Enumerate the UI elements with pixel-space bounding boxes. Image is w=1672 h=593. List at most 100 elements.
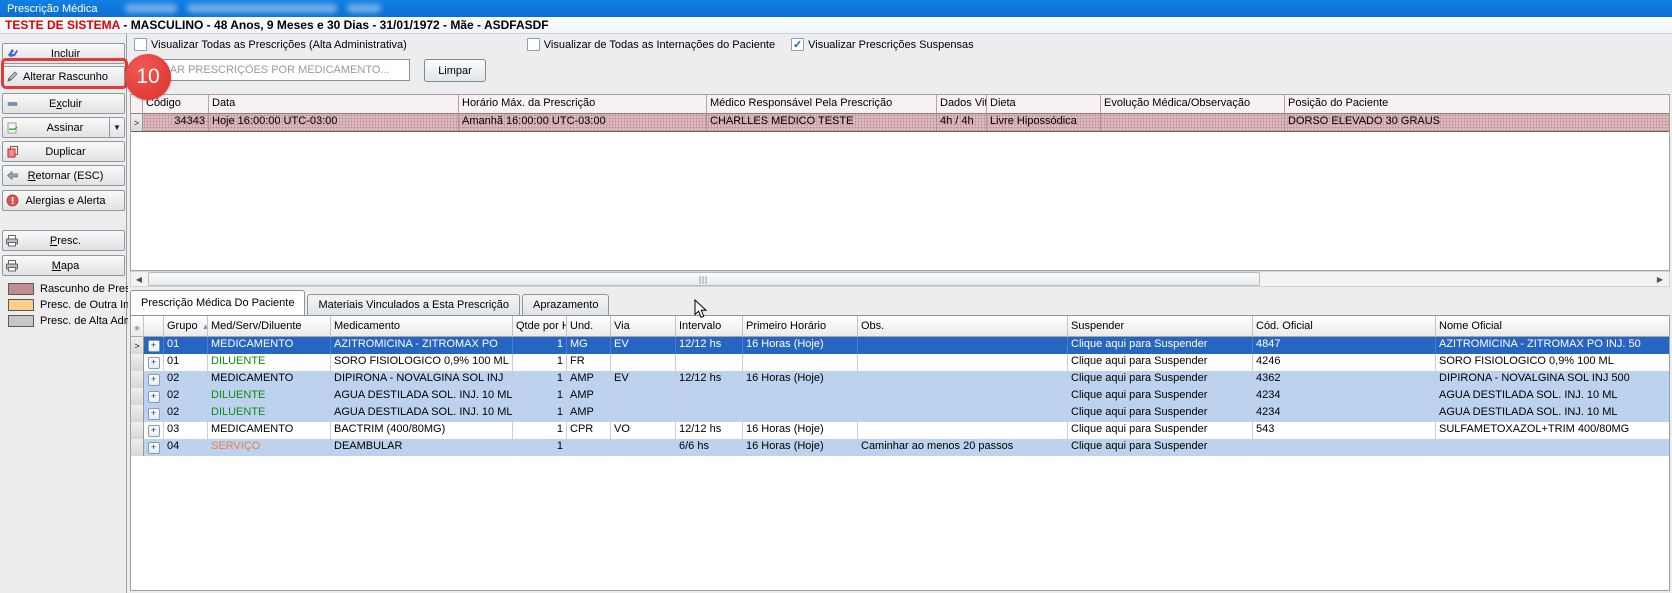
scrollbar-thumb[interactable] xyxy=(148,272,1260,286)
checkbox-todas-internacoes[interactable]: Visualizar de Todas as Internações do Pa… xyxy=(527,38,775,51)
suspend-link[interactable]: Clique aqui para Suspender xyxy=(1068,371,1253,388)
expand-button[interactable]: + xyxy=(148,391,160,403)
assinar-button[interactable]: Assinar ▼ xyxy=(2,117,125,138)
duplicar-label: Duplicar xyxy=(21,146,124,158)
item-row[interactable]: + 04 SERVIÇO DEAMBULAR 1 6/6 hs 16 Horas… xyxy=(131,439,1669,456)
suspend-link[interactable]: Clique aqui para Suspender xyxy=(1068,422,1253,439)
cell-und: MG xyxy=(567,337,611,354)
cell-medicamento: DIPIRONA - NOVALGINA SOL INJ xyxy=(331,371,513,388)
expand-button[interactable]: + xyxy=(148,340,160,352)
cell-horario-max: Amanhã 16:00:00 UTC-03:00 xyxy=(459,114,707,131)
checkbox-prescricoes-suspensas[interactable]: ✓ Visualizar Prescrições Suspensas xyxy=(791,38,973,51)
header-asterisk-icon[interactable]: ∗ xyxy=(131,316,144,337)
limpar-button[interactable]: Limpar xyxy=(424,59,486,82)
expand-button[interactable]: + xyxy=(148,357,160,369)
item-row[interactable]: + 02 DILUENTE AGUA DESTILADA SOL. INJ. 1… xyxy=(131,388,1669,405)
header-intervalo[interactable]: Intervalo xyxy=(676,316,743,337)
sidebar: Incluir Alterar Rascunho Excluir Assinar… xyxy=(0,34,127,593)
assinar-dropdown[interactable]: ▼ xyxy=(109,118,124,137)
cell-medicamento: DEAMBULAR xyxy=(331,439,513,456)
alterar-rascunho-label: Alterar Rascunho xyxy=(21,71,124,83)
checkbox-icon[interactable] xyxy=(134,38,147,51)
retornar-button[interactable]: Retornar (ESC) xyxy=(2,165,125,186)
cell-primeiro-horario xyxy=(743,354,858,371)
header-dados-vitais[interactable]: Dados Vitais xyxy=(937,95,987,114)
header-qtde[interactable]: Qtde por Ho xyxy=(513,316,567,337)
window-title: Prescrição Médica xyxy=(7,3,97,15)
items-grid-header: ∗ Grupo▲ Med/Serv/Diluente Medicamento Q… xyxy=(131,316,1669,337)
suspend-link[interactable]: Clique aqui para Suspender xyxy=(1068,354,1253,371)
header-nome-oficial[interactable]: Nome Oficial xyxy=(1436,316,1669,337)
cell-obs xyxy=(858,422,1068,439)
cell-qtde: 1 xyxy=(513,388,567,405)
alergias-label: Alergias e Alerta xyxy=(21,195,124,207)
header-und[interactable]: Und. xyxy=(567,316,611,337)
cell-grupo: 02 xyxy=(164,388,208,405)
header-horario-max[interactable]: Horário Máx. da Prescrição xyxy=(459,95,707,114)
item-row[interactable]: + 01 DILUENTE SORO FISIOLOGICO 0,9% 100 … xyxy=(131,354,1669,371)
checkbox-checked-icon[interactable]: ✓ xyxy=(791,38,804,51)
expand-button[interactable]: + xyxy=(148,374,160,386)
header-dieta[interactable]: Dieta xyxy=(987,95,1101,114)
incluir-label: Incluir xyxy=(21,48,124,60)
header-medicamento[interactable]: Medicamento xyxy=(331,316,513,337)
alterar-rascunho-button[interactable]: Alterar Rascunho xyxy=(2,66,125,87)
item-row[interactable]: + 03 MEDICAMENTO BACTRIM (400/80MG) 1 CP… xyxy=(131,422,1669,439)
presc-label: Presc. xyxy=(21,235,124,247)
item-row[interactable]: + 02 MEDICAMENTO DIPIRONA - NOVALGINA SO… xyxy=(131,371,1669,388)
back-arrow-icon xyxy=(3,169,21,182)
header-cod-oficial[interactable]: Cód. Oficial xyxy=(1253,316,1436,337)
header-evolucao[interactable]: Evolução Médica/Observação xyxy=(1101,95,1285,114)
checkbox-icon[interactable] xyxy=(527,38,540,51)
patient-details: - MASCULINO - 48 Anos, 9 Meses e 30 Dias… xyxy=(123,18,548,32)
cell-und: AMP xyxy=(567,388,611,405)
header-primeiro-horario[interactable]: Primeiro Horário xyxy=(743,316,858,337)
cell-cod-oficial: 4847 xyxy=(1253,337,1436,354)
header-obs[interactable]: Obs. xyxy=(858,316,1068,337)
excluir-button[interactable]: Excluir xyxy=(2,93,125,114)
tab-prescricao-medica[interactable]: Prescrição Médica Do Paciente xyxy=(130,290,305,315)
checkbox-todas-prescricoes[interactable]: Visualizar Todas as Prescrições (Alta Ad… xyxy=(134,38,407,51)
tab-materiais-vinculados[interactable]: Materiais Vinculados a Esta Prescrição xyxy=(307,294,520,315)
header-medico[interactable]: Médico Responsável Pela Prescrição xyxy=(707,95,937,114)
scroll-left-arrow[interactable]: ◀ xyxy=(131,272,147,286)
expand-button[interactable]: + xyxy=(148,442,160,454)
expand-button[interactable]: + xyxy=(148,408,160,420)
cell-intervalo: 12/12 hs xyxy=(676,337,743,354)
header-via[interactable]: Via xyxy=(611,316,676,337)
mapa-button[interactable]: Mapa xyxy=(2,255,125,276)
patient-info-bar: TESTE DE SISTEMA - MASCULINO - 48 Anos, … xyxy=(0,17,1672,34)
expand-button[interactable]: + xyxy=(148,425,160,437)
item-row[interactable]: > + 01 MEDICAMENTO AZITROMICINA - ZITROM… xyxy=(131,337,1669,354)
header-grupo[interactable]: Grupo▲ xyxy=(164,316,208,337)
suspend-link[interactable]: Clique aqui para Suspender xyxy=(1068,337,1253,354)
scroll-right-arrow[interactable]: ▶ xyxy=(1652,272,1668,286)
incluir-button[interactable]: Incluir xyxy=(2,43,125,64)
cell-primeiro-horario: 16 Horas (Hoje) xyxy=(743,371,858,388)
cell-tipo: DILUENTE xyxy=(208,405,331,422)
presc-button[interactable]: Presc. xyxy=(2,230,125,251)
item-row[interactable]: + 02 DILUENTE AGUA DESTILADA SOL. INJ. 1… xyxy=(131,405,1669,422)
suspend-link[interactable]: Clique aqui para Suspender xyxy=(1068,388,1253,405)
header-suspender[interactable]: Suspender xyxy=(1068,316,1253,337)
prescription-row[interactable]: > 34343 Hoje 16:00:00 UTC-03:00 Amanhã 1… xyxy=(131,114,1669,132)
tab-bar: Prescrição Médica Do Paciente Materiais … xyxy=(130,290,1670,315)
alergias-button[interactable]: Alergias e Alerta xyxy=(2,190,125,211)
cell-dados-vitais: 4h / 4h xyxy=(937,114,987,131)
medication-filter-input[interactable] xyxy=(134,59,410,81)
excluir-label: Excluir xyxy=(21,98,124,110)
cell-nome-oficial: AZITROMICINA - ZITROMAX PO INJ. 50 xyxy=(1436,337,1669,354)
header-med-serv-diluente[interactable]: Med/Serv/Diluente xyxy=(208,316,331,337)
cell-nome-oficial: AGUA DESTILADA SOL. INJ. 10 ML xyxy=(1436,388,1669,405)
cell-intervalo xyxy=(676,388,743,405)
duplicar-button[interactable]: Duplicar xyxy=(2,141,125,162)
suspend-link[interactable]: Clique aqui para Suspender xyxy=(1068,439,1253,456)
signature-icon xyxy=(3,121,21,134)
suspend-link[interactable]: Clique aqui para Suspender xyxy=(1068,405,1253,422)
cell-evolucao xyxy=(1101,114,1285,131)
horizontal-scrollbar[interactable]: ◀ ▶ xyxy=(130,271,1670,287)
legend-label: Presc. de Alta Adm. xyxy=(40,315,136,327)
header-posicao[interactable]: Posição do Paciente xyxy=(1285,95,1669,114)
header-data[interactable]: Data xyxy=(209,95,459,114)
tab-aprazamento[interactable]: Aprazamento xyxy=(522,294,609,315)
